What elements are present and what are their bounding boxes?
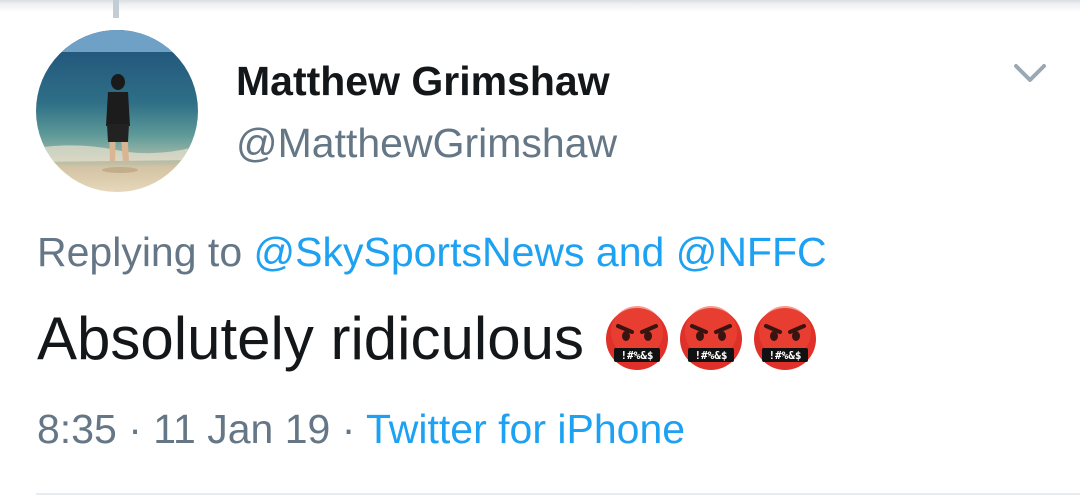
chevron-down-icon[interactable] <box>1008 56 1052 92</box>
author-handle[interactable]: @MatthewGrimshaw <box>236 120 617 167</box>
avatar[interactable] <box>36 30 198 192</box>
face-with-symbols-on-mouth-icon: !#%&$ <box>753 305 816 370</box>
meta-separator: · <box>116 406 154 452</box>
mention-nffc[interactable]: @NFFC <box>676 229 827 275</box>
tweet-source-link[interactable]: Twitter for iPhone <box>366 406 685 452</box>
tweet-time: 8:35 <box>37 406 117 452</box>
mention-skysportsnews[interactable]: @SkySportsNews <box>254 229 585 275</box>
tweet-text: Absolutely ridiculous <box>37 305 584 372</box>
thread-connector-line <box>113 0 119 18</box>
emoji-symbols: !#%&$ <box>768 349 801 362</box>
face-with-symbols-on-mouth-icon: !#%&$ <box>679 305 742 370</box>
author-display-name[interactable]: Matthew Grimshaw <box>236 58 610 105</box>
top-shadow <box>0 0 1080 12</box>
tweet-meta: 8:35 · 11 Jan 19 · Twitter for iPhone <box>37 406 685 453</box>
divider <box>36 493 1080 495</box>
replying-to-label: Replying to <box>37 229 254 275</box>
tweet-date: 11 Jan 19 <box>153 406 331 452</box>
emoji-symbols: !#%&$ <box>694 349 727 362</box>
face-with-symbols-on-mouth-icon: !#%&$ <box>605 305 668 370</box>
reply-and-joiner: and <box>584 229 676 275</box>
replying-to-line: Replying to @SkySportsNews and @NFFC <box>37 229 827 276</box>
emoji-group: !#%&$ !#%&$ !#%&$ <box>604 305 818 372</box>
profile-photo-beach <box>36 30 198 192</box>
meta-separator: · <box>330 406 367 452</box>
emoji-symbols: !#%&$ <box>620 349 653 362</box>
tweet-body: Absolutely ridiculous !#%&$ !#%&$ !#%&$ <box>37 304 818 373</box>
